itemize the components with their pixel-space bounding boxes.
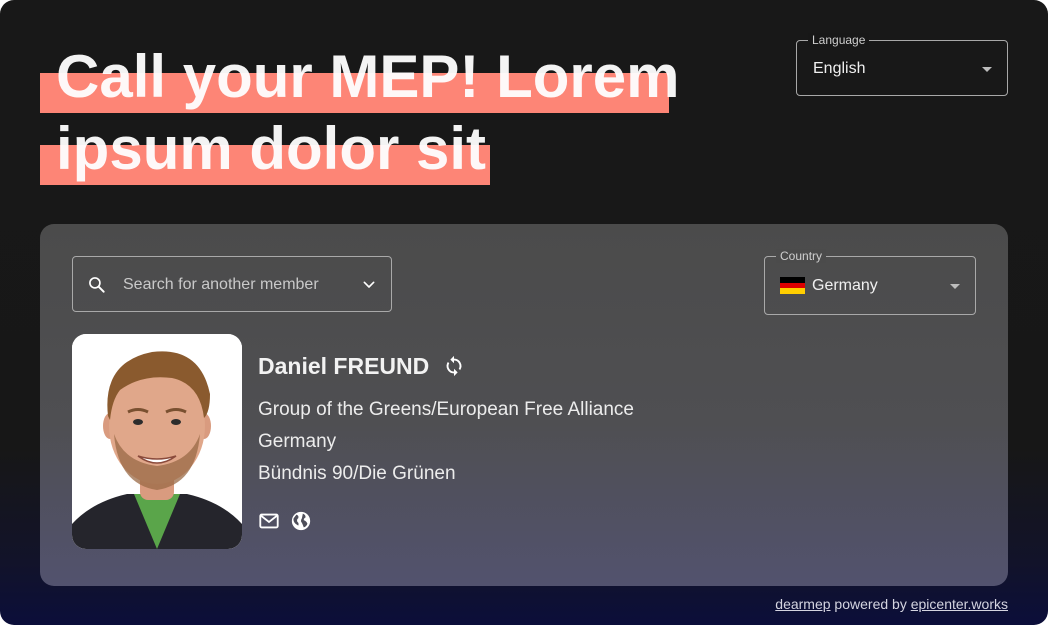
language-select-label: Language [808,33,870,47]
headline-line-1: Call your MEP! Lorem [40,42,690,114]
country-select-value: Germany [812,277,878,294]
app-root: Call your MEP! Lorem ipsum dolor sit Lan… [0,0,1048,625]
search-input[interactable] [123,273,343,297]
mep-name: Daniel FREUND [258,352,430,379]
mep-info: Daniel FREUND Group of the Greens/Europe… [258,350,858,490]
language-select-value: English [813,60,866,77]
mep-contacts [258,510,312,532]
headline-text: ipsum dolor sit [56,115,487,182]
website-globe-icon[interactable] [290,510,312,532]
mep-party: Bündnis 90/Die Grünen [258,463,456,484]
footer: dearmep powered by epicenter.works [775,596,1008,612]
caret-down-icon [950,284,960,289]
dearmep-link[interactable]: dearmep [775,596,830,612]
chevron-down-icon[interactable] [361,277,377,293]
country-select-label: Country [776,249,827,263]
mep-country: Germany [258,431,337,452]
headline-text: Call your MEP! Lorem [56,43,680,110]
mep-name-row: Daniel FREUND [258,350,858,382]
powered-by-text: powered by [830,596,911,612]
search-field[interactable] [72,256,392,312]
swap-icon[interactable] [443,355,465,377]
email-icon[interactable] [258,510,280,532]
epicenter-works-link[interactable]: epicenter.works [911,596,1008,612]
language-select[interactable]: Language English [796,33,1008,96]
search-icon [89,277,105,293]
mep-group: Group of the Greens/European Free Allian… [258,399,635,420]
headline-line-2: ipsum dolor sit [40,114,690,186]
flag-de-icon [780,277,805,295]
portrait-image [72,334,242,549]
mep-details: Group of the Greens/European Free Allian… [258,394,858,490]
mep-card: Country Germany [40,224,1008,586]
mep-photo [72,334,242,549]
caret-down-icon [982,67,992,72]
headline: Call your MEP! Lorem ipsum dolor sit [40,42,690,186]
country-select[interactable]: Country Germany [764,249,976,315]
